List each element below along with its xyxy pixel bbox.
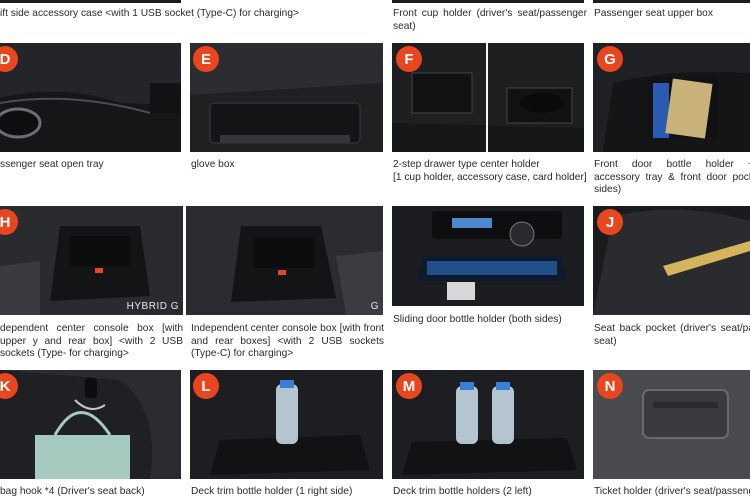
caption-open-tray: ssenger seat open tray xyxy=(0,159,104,170)
sliding-door-illustration xyxy=(392,206,584,306)
caption-deck-bottle-1: Deck trim bottle holder (1 right side) xyxy=(191,486,353,497)
trim-tag-hybrid: HYBRID G xyxy=(126,301,179,312)
photo-console-box-g: G xyxy=(186,206,383,315)
photo-console-box-hybrid: HYBRID G xyxy=(0,206,183,315)
trim-tag-g: G xyxy=(370,301,379,312)
console-g-illustration xyxy=(186,206,383,315)
badge-j: J xyxy=(597,209,623,235)
badge-l: L xyxy=(193,373,219,399)
caption-passenger-upper-box: Passenger seat upper box xyxy=(594,8,713,19)
photo-bag-hook xyxy=(0,370,181,479)
badge-n: N xyxy=(597,373,623,399)
badge-f: F xyxy=(396,46,422,72)
caption-glove-box: glove box xyxy=(191,159,235,170)
caption-bag-hook: bag hook *4 (Driver's seat back) xyxy=(0,486,145,497)
caption-front-cup-holder: Front cup holder (driver's seat/passenge… xyxy=(393,8,587,32)
top-left-photo xyxy=(0,0,181,3)
caption-console-g: Independent center console box [with fro… xyxy=(191,323,384,360)
caption-drawer-holder: 2-step drawer type center holder [1 cup … xyxy=(393,159,587,183)
caption-console-hybrid: dependent center console box [with upper… xyxy=(0,323,183,360)
caption-seat-back-pocket: Seat back pocket (driver's seat/pa seat) xyxy=(594,323,750,347)
caption-sliding-door-holder: Sliding door bottle holder (both sides) xyxy=(393,314,562,325)
badge-e: E xyxy=(193,46,219,72)
bag-hook-illustration xyxy=(0,370,181,479)
photo-open-tray xyxy=(0,43,181,152)
caption-side-accessory-case: ift side accessory case <with 1 USB sock… xyxy=(0,8,299,19)
photo-sliding-door-holder xyxy=(392,206,584,306)
caption-ticket-holder: Ticket holder (driver's seat/passeng xyxy=(594,486,750,497)
top-right-photo xyxy=(593,0,750,3)
open-tray-illustration xyxy=(0,43,181,152)
console-hybrid-illustration xyxy=(0,206,183,315)
caption-door-bottle-holder: Front door bottle holder + accessory tra… xyxy=(594,159,750,196)
badge-m: M xyxy=(396,373,422,399)
caption-deck-bottle-2: Deck trim bottle holders (2 left) xyxy=(393,486,532,497)
top-mid-photo xyxy=(392,0,584,3)
badge-g: G xyxy=(597,46,623,72)
photo-divider xyxy=(486,43,488,152)
